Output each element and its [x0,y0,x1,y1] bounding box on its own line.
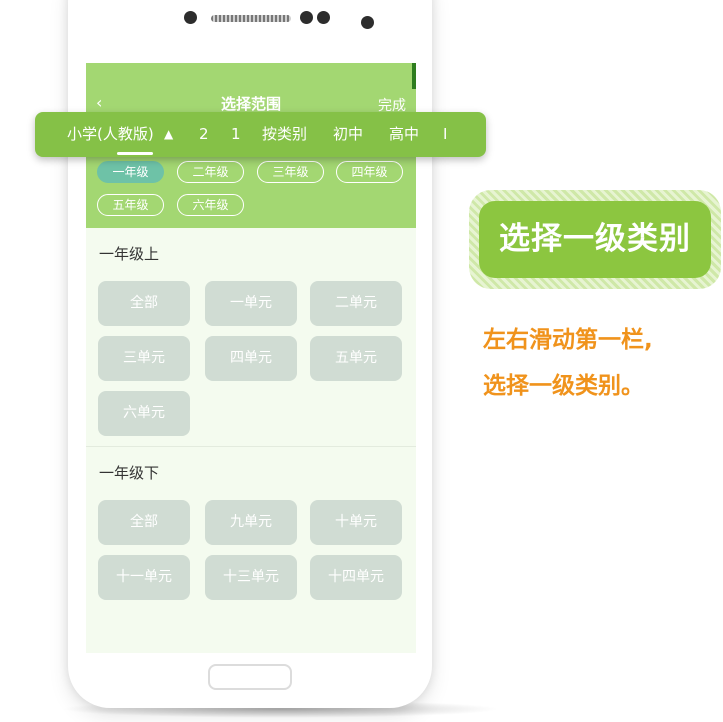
category-bar: 小学(人教版) ▲ 2 1 按类别 初中 高中 I [35,112,486,157]
grade-chip-6[interactable]: 六年级 [177,194,244,216]
callout-badge-label: 选择一级类别 [479,201,711,278]
category-tab[interactable]: 按类别 [262,112,307,157]
home-button[interactable] [208,664,292,690]
camera-dot-left [184,11,197,24]
unit-button[interactable]: 十四单元 [310,555,402,600]
unit-button[interactable]: 全部 [98,281,190,326]
section-divider [86,446,416,447]
grade-chip-1[interactable]: 一年级 [97,161,164,183]
unit-button[interactable]: 十单元 [310,500,402,545]
camera-dot-1 [300,11,313,24]
callout-line-1: 左右滑动第一栏, [483,327,653,353]
grade-chip-2[interactable]: 二年级 [177,161,244,183]
page-title: 选择范围 [220,95,281,113]
unit-button[interactable]: 九单元 [205,500,297,545]
category-tab-primary[interactable]: 小学(人教版) [67,112,154,157]
header-edge [412,63,416,89]
category-tab[interactable]: 高中 [389,112,419,157]
unit-button[interactable]: 五单元 [310,336,402,381]
grade-chip-5[interactable]: 五年级 [97,194,164,216]
unit-button[interactable]: 一单元 [205,281,297,326]
unit-button[interactable]: 全部 [98,500,190,545]
unit-button[interactable]: 四单元 [205,336,297,381]
unit-button[interactable]: 十一单元 [98,555,190,600]
category-tab[interactable]: I [443,112,447,157]
callout-badge: 选择一级类别 [469,190,721,289]
section-title: 一年级上 [99,245,160,263]
section-title: 一年级下 [99,464,160,482]
camera-dot-2 [317,11,330,24]
speaker-grille [211,15,291,22]
unit-button[interactable]: 六单元 [98,391,190,436]
category-tab[interactable]: 初中 [333,112,363,157]
triangle-up-icon[interactable]: ▲ [164,112,173,157]
selected-tab-indicator [117,152,153,155]
grade-chip-4[interactable]: 四年级 [336,161,403,183]
category-tab[interactable]: 1 [231,112,241,157]
unit-button[interactable]: 三单元 [98,336,190,381]
unit-button[interactable]: 二单元 [310,281,402,326]
category-tab[interactable]: 2 [199,112,209,157]
grade-chip-3[interactable]: 三年级 [257,161,324,183]
camera-dot-3 [361,16,374,29]
callout-line-2: 选择一级类别。 [483,373,644,399]
unit-button[interactable]: 十三单元 [205,555,297,600]
